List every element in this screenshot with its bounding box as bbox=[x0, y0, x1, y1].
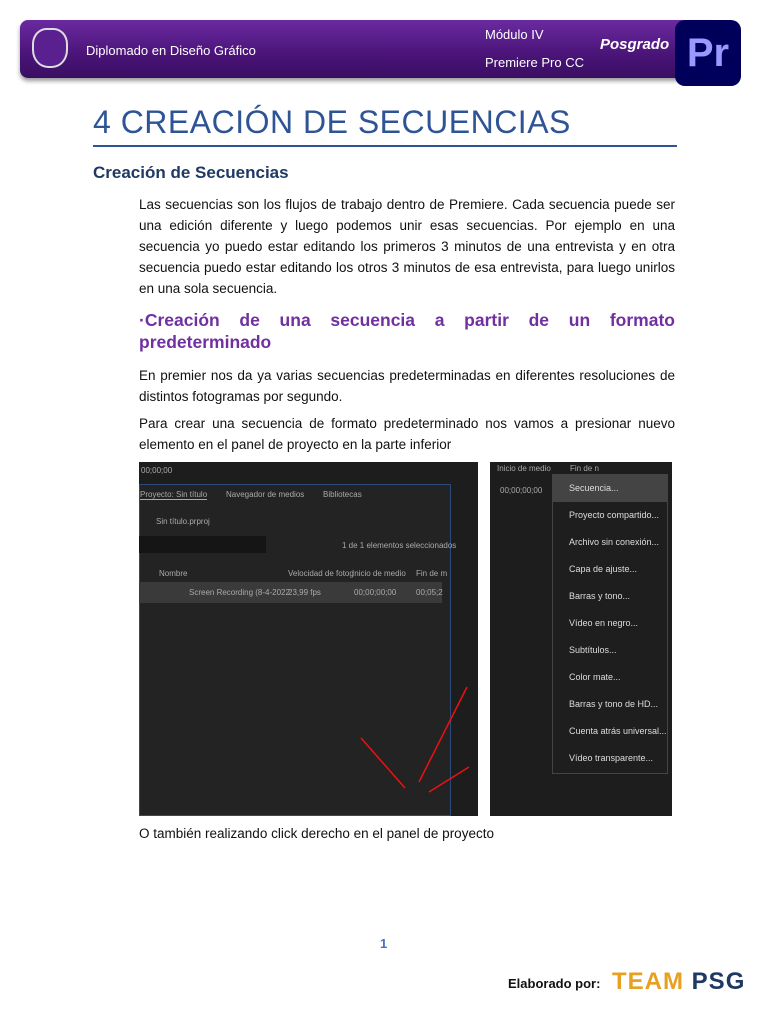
paragraph-2: Para crear una secuencia de formato pred… bbox=[139, 416, 675, 452]
subject-label: Premiere Pro CC bbox=[485, 55, 584, 70]
menu-item[interactable]: Secuencia... bbox=[553, 475, 667, 502]
menu-item[interactable]: Barras y tono de HD... bbox=[553, 691, 667, 718]
menu-item[interactable]: Capa de ajuste... bbox=[553, 556, 667, 583]
menu-item[interactable]: Cuenta atrás universal... bbox=[553, 718, 667, 745]
menu-item[interactable]: Barras y tono... bbox=[553, 583, 667, 610]
menu-item[interactable]: Proyecto compartido... bbox=[553, 502, 667, 529]
premiere-project-panel-screenshot: 00;00;00 Proyecto: Sin título Navegador … bbox=[139, 462, 478, 816]
made-by-label: Elaborado por: bbox=[508, 976, 601, 991]
menu-item[interactable]: Vídeo transparente... bbox=[553, 745, 667, 772]
page-title: 4 CREACIÓN DE SECUENCIAS bbox=[93, 104, 571, 140]
new-item-context-menu: Secuencia... Proyecto compartido... Arch… bbox=[552, 474, 668, 774]
page-number: 1 bbox=[380, 936, 388, 951]
paragraph-1: En premier nos da ya varias secuencias p… bbox=[139, 368, 675, 404]
menu-item[interactable]: Archivo sin conexión... bbox=[553, 529, 667, 556]
intro-paragraph: Las secuencias son los flujos de trabajo… bbox=[139, 197, 675, 296]
red-arrows bbox=[360, 686, 470, 793]
premiere-app-icon: Pr bbox=[675, 20, 741, 86]
posgrado-logo: Posgrado bbox=[600, 36, 670, 53]
logo-team: TEAM bbox=[612, 968, 684, 995]
university-seal-icon bbox=[32, 28, 68, 68]
title-divider bbox=[93, 145, 677, 147]
course-name: Diplomado en Diseño Gráfico bbox=[86, 43, 256, 58]
section-title: Creación de Secuencias bbox=[93, 163, 289, 182]
menu-item[interactable]: Vídeo en negro... bbox=[553, 610, 667, 637]
module-label: Módulo IV bbox=[485, 27, 544, 42]
menu-item[interactable]: Color mate... bbox=[553, 664, 667, 691]
subsection-title: ·Creación de una secuencia a partir de u… bbox=[139, 310, 675, 352]
menu-item[interactable]: Subtítulos... bbox=[553, 637, 667, 664]
logo-psg: PSG bbox=[691, 968, 746, 995]
col-start: Inicio de medio bbox=[497, 464, 551, 473]
caption: O también realizando click derecho en el… bbox=[139, 826, 494, 841]
timecode: 00;00;00;00 bbox=[500, 486, 543, 495]
col-end: Fin de n bbox=[570, 464, 599, 473]
team-psg-logo: TEAM PSG bbox=[612, 968, 745, 996]
